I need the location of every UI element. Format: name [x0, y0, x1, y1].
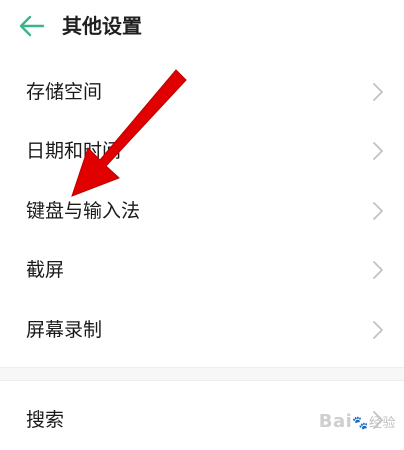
watermark: Bai🐾经验: [319, 411, 396, 432]
settings-item-label: 键盘与输入法: [26, 199, 141, 222]
settings-item-label: 存储空间: [26, 80, 103, 103]
settings-item-screen-recording[interactable]: 屏幕录制: [0, 300, 404, 360]
settings-item-date-time[interactable]: 日期和时间: [0, 122, 404, 182]
section-divider: [0, 367, 404, 381]
settings-item-label: 日期和时间: [26, 140, 122, 163]
settings-item-label: 截屏: [26, 259, 65, 282]
settings-item-screenshot[interactable]: 截屏: [0, 241, 404, 301]
chevron-right-icon: [373, 320, 383, 339]
settings-item-label: 搜索: [26, 408, 65, 431]
watermark-suffix: 经验: [368, 416, 396, 431]
chevron-right-icon: [373, 82, 383, 101]
chevron-right-icon: [373, 142, 383, 161]
settings-item-keyboard-input[interactable]: 键盘与输入法: [0, 181, 404, 241]
settings-item-storage[interactable]: 存储空间: [0, 62, 404, 122]
watermark-brand: Bai: [318, 411, 353, 432]
back-arrow-icon[interactable]: [18, 13, 46, 39]
page-title: 其他设置: [62, 14, 142, 38]
chevron-right-icon: [373, 201, 383, 220]
settings-list: 存储空间 日期和时间 键盘与输入法 截屏 屏幕录制: [0, 62, 404, 360]
paw-icon: 🐾: [352, 416, 369, 431]
header: 其他设置: [0, 0, 404, 52]
settings-item-label: 屏幕录制: [26, 318, 103, 341]
chevron-right-icon: [373, 261, 383, 280]
